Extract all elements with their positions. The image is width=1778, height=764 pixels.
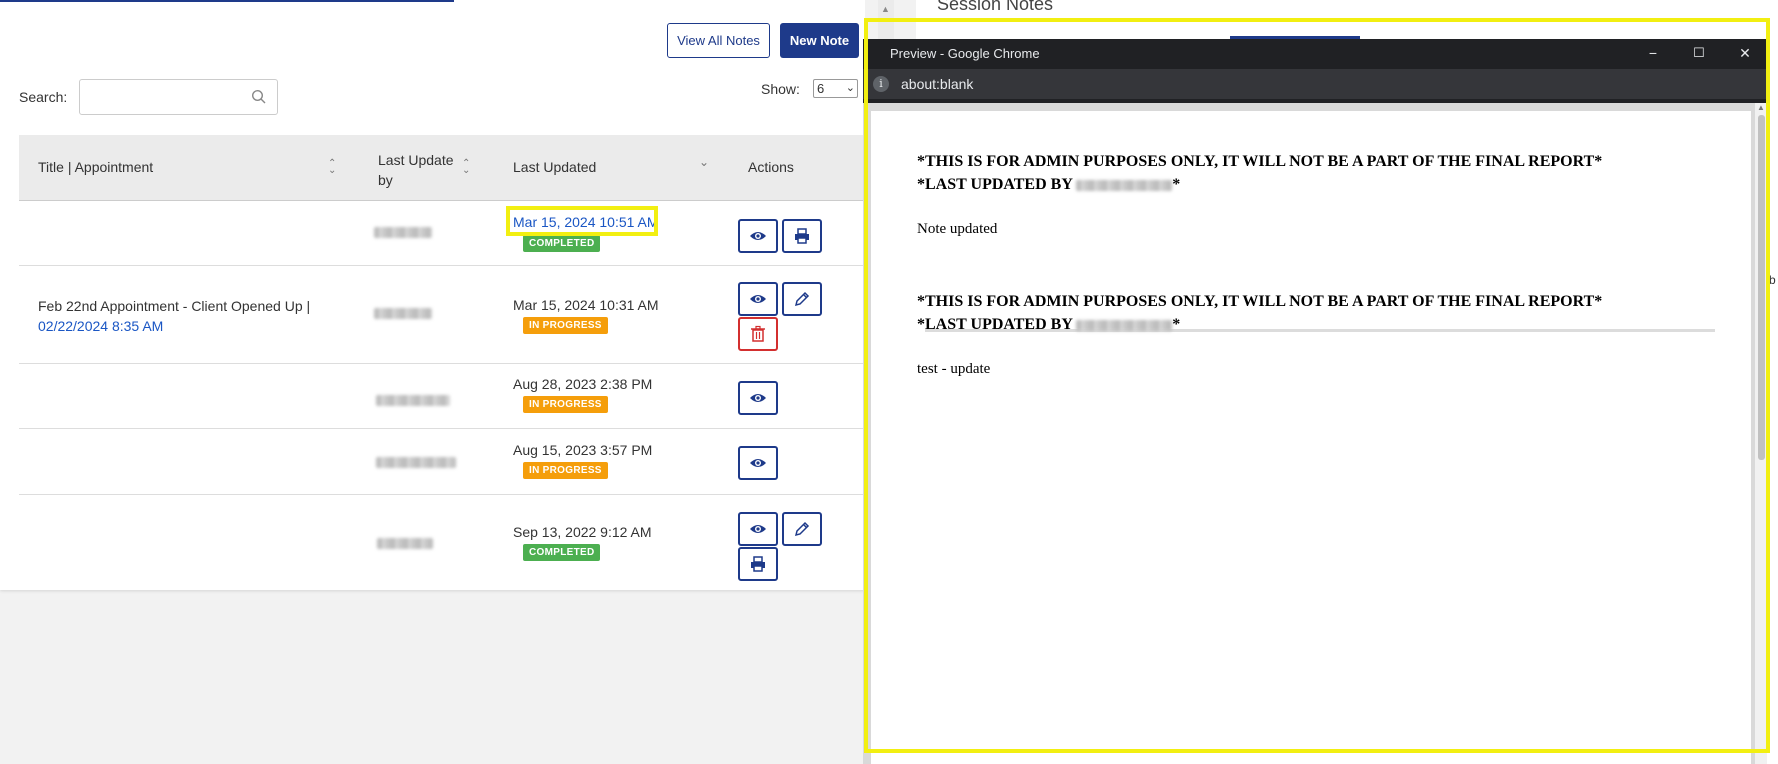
- print-button[interactable]: [782, 219, 822, 253]
- last-updated-date: Aug 15, 2023 3:57 PM: [513, 442, 653, 458]
- search-input[interactable]: [79, 79, 278, 115]
- delete-button[interactable]: [738, 317, 778, 351]
- view-button[interactable]: [738, 381, 778, 415]
- sort-icon[interactable]: ⌃ ⌄: [328, 159, 336, 176]
- status-badge: COMPLETED: [523, 544, 601, 561]
- highlight-box: [864, 18, 1770, 753]
- eye-icon: [750, 394, 766, 402]
- appointment-link[interactable]: 02/22/2024 8:35 AM: [38, 318, 163, 334]
- eye-icon: [750, 295, 766, 303]
- column-header-last-update-by[interactable]: Last Update by: [378, 150, 458, 190]
- view-button[interactable]: [738, 282, 778, 316]
- table-row: Aug 28, 2023 2:38 PM IN PROGRESS: [19, 364, 865, 429]
- scroll-up-icon[interactable]: ▲: [881, 4, 890, 14]
- pencil-icon: [794, 521, 810, 537]
- redacted-author: [374, 227, 432, 238]
- status-badge: IN PROGRESS: [523, 462, 608, 479]
- new-note-button[interactable]: New Note: [780, 23, 859, 58]
- column-header-title[interactable]: Title | Appointment: [38, 159, 153, 175]
- last-updated-date: Sep 13, 2022 9:12 AM: [513, 524, 652, 540]
- column-header-last-updated[interactable]: Last Updated: [513, 159, 596, 175]
- clipped-text: b: [1769, 273, 1776, 287]
- trash-icon: [751, 325, 765, 342]
- redacted-author: [374, 308, 432, 319]
- column-header-actions: Actions: [748, 159, 794, 175]
- last-updated-date: Aug 28, 2023 2:38 PM: [513, 376, 653, 392]
- eye-icon: [750, 525, 766, 533]
- highlight-box: [506, 206, 658, 236]
- eye-icon: [750, 459, 766, 467]
- redacted-author: [376, 457, 456, 468]
- table-row: Sep 13, 2022 9:12 AM COMPLETED: [19, 495, 865, 590]
- chevron-down-icon: ⌄: [845, 82, 855, 94]
- table-header: Title | Appointment ⌃ ⌄ Last Update by ⌃ ⌄…: [19, 135, 865, 201]
- sort-desc-icon[interactable]: ⌄: [699, 156, 709, 168]
- eye-icon: [750, 232, 766, 240]
- table-row: Aug 15, 2023 3:57 PM IN PROGRESS: [19, 429, 865, 495]
- search-label: Search:: [19, 89, 68, 105]
- note-title: Feb 22nd Appointment - Client Opened Up …: [38, 298, 311, 314]
- status-badge: IN PROGRESS: [523, 317, 608, 334]
- printer-icon: [751, 556, 765, 572]
- pencil-icon: [794, 291, 810, 307]
- status-badge: IN PROGRESS: [523, 396, 608, 413]
- search-icon: [251, 89, 266, 104]
- printer-icon: [795, 228, 809, 244]
- view-button[interactable]: [738, 219, 778, 253]
- view-button[interactable]: [738, 512, 778, 546]
- table-row: Mar 15, 2024 10:51 AM COMPLETED: [19, 201, 865, 266]
- redacted-author: [377, 538, 433, 549]
- table-row: Feb 22nd Appointment - Client Opened Up …: [19, 266, 865, 364]
- edit-button[interactable]: [782, 512, 822, 546]
- session-notes-panel: View All Notes New Note Search: Show: 6 …: [0, 0, 865, 590]
- view-button[interactable]: [738, 446, 778, 480]
- print-button[interactable]: [738, 547, 778, 581]
- page-size-select[interactable]: 6 ⌄: [813, 79, 858, 98]
- edit-button[interactable]: [782, 282, 822, 316]
- status-badge: COMPLETED: [523, 235, 601, 252]
- session-notes-title: Session Notes: [937, 0, 1054, 14]
- show-label: Show:: [761, 81, 800, 97]
- redacted-author: [376, 395, 450, 406]
- sort-icon[interactable]: ⌃ ⌄: [462, 159, 470, 176]
- last-updated-date: Mar 15, 2024 10:31 AM: [513, 297, 659, 313]
- view-all-notes-button[interactable]: View All Notes: [667, 23, 770, 58]
- page-size-value: 6: [817, 81, 825, 96]
- loading-progress-line: [0, 0, 454, 2]
